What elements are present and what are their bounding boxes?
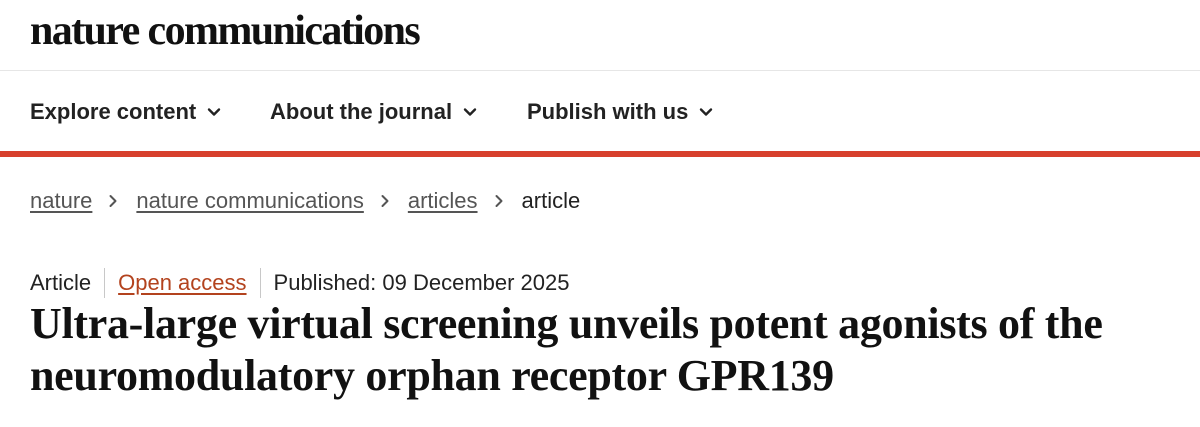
chevron-right-icon [106,194,120,208]
site-header: nature communications [0,0,1200,71]
breadcrumb-current: article [521,188,581,213]
article-title: Ultra-large virtual screening unveils po… [30,299,1103,400]
main-nav: Explore content About the journal Publis… [0,71,1200,157]
chevron-right-icon [492,194,506,208]
chevron-down-icon [206,104,222,120]
chevron-right-icon [378,194,392,208]
breadcrumb-link-nature[interactable]: nature [30,187,92,215]
breadcrumb: nature nature communications articles ar… [30,187,580,215]
nav-publish-with-us[interactable]: Publish with us [527,99,714,125]
nav-item-label: About the journal [270,99,453,124]
breadcrumb-link-articles[interactable]: articles [408,187,478,215]
nav-item-label: Explore content [30,99,197,124]
open-access-link[interactable]: Open access [118,269,246,297]
meta-divider [259,268,261,298]
breadcrumb-link-nature-communications[interactable]: nature communications [136,187,363,215]
chevron-down-icon [698,104,714,120]
meta-divider [104,268,106,298]
chevron-down-icon [462,104,478,120]
nav-about-journal[interactable]: About the journal [270,99,478,125]
journal-logo[interactable]: nature communications [30,6,421,56]
article-type: Article [30,270,92,295]
article-meta: Article Open access Published: 09 Decemb… [30,268,570,298]
nav-explore-content[interactable]: Explore content [30,99,222,125]
nav-item-label: Publish with us [527,99,689,124]
published-date: Published: 09 December 2025 [273,270,570,295]
